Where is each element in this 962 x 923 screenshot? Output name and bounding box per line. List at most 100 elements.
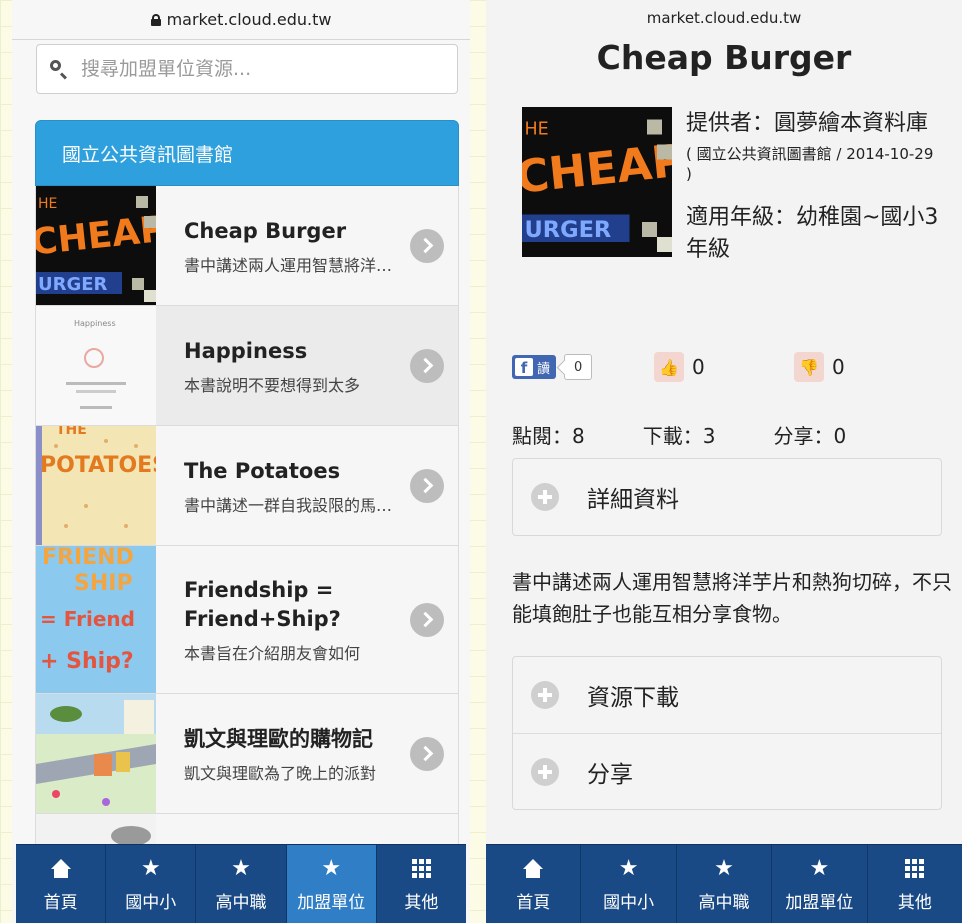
svg-text:SHIP: SHIP [74, 571, 133, 596]
book-cover-thumbnail: CHEAP HE URGER [36, 186, 156, 305]
home-icon [50, 858, 71, 879]
item-desc: 本書旨在介紹朋友會如何 [184, 644, 361, 663]
bottom-tab-bar: 首頁 ★ 國中小 ★ 高中職 ★ 加盟單位 其他 [16, 844, 466, 923]
item-title: The Potatoes [184, 459, 341, 483]
tab-label: 國中小 [125, 892, 177, 913]
chevron-right-icon [410, 228, 444, 263]
tab-label: 高中職 [215, 892, 267, 913]
item-title: Friendship = Friend+Ship? [184, 578, 341, 631]
book-cover: CHEAP HE URGER [522, 107, 672, 257]
plus-icon [531, 681, 559, 709]
url-bar[interactable]: market.cloud.edu.tw [12, 0, 470, 40]
right-screen: market.cloud.edu.tw Cheap Burger CHEAP H… [486, 0, 962, 923]
item-desc: 書中講述一群自我設限的馬鈴薯 [184, 496, 399, 515]
plus-icon [531, 757, 559, 786]
list-item[interactable]: CHEAP HE URGER Cheap Burger 書中講述兩人運用智慧將洋… [35, 186, 459, 306]
tab-label: 加盟單位 [785, 892, 854, 913]
book-cover-thumbnail [36, 694, 156, 813]
list-item[interactable]: FRIEND SHIP = Friend + Ship? Friendship … [35, 546, 459, 694]
chevron-right-icon [410, 602, 444, 637]
svg-text:HE: HE [38, 196, 57, 212]
tab-home[interactable]: 首頁 [486, 845, 582, 923]
download-label: 資源下載 [587, 685, 679, 711]
url-bar[interactable]: market.cloud.edu.tw [486, 0, 962, 36]
book-cover-thumbnail: Happiness [36, 306, 156, 425]
social-actions: f讀 0 👍 0 👎 0 [512, 352, 942, 386]
book-info: 提供者：圓夢繪本資料庫 ( 國立公共資訊圖書館 / 2014-10-29 ) 適… [686, 108, 941, 266]
tab-member-units[interactable]: ★ 加盟單位 [772, 845, 868, 923]
page-title: Cheap Burger [596, 38, 852, 77]
svg-text:URGER: URGER [38, 274, 108, 295]
svg-text:THE: THE [56, 426, 87, 438]
detail-collapsible[interactable]: 詳細資料 [512, 458, 942, 536]
tab-others[interactable]: 其他 [377, 845, 466, 923]
item-desc: 凱文與理歐為了晚上的派對 [184, 764, 377, 783]
tab-label: 高中職 [698, 892, 750, 913]
book-cover-thumbnail: FRIEND SHIP = Friend + Ship? [36, 546, 156, 693]
tab-label: 加盟單位 [297, 892, 366, 913]
grid-icon [411, 859, 431, 878]
tab-member-units[interactable]: ★ 加盟單位 [286, 845, 377, 923]
dislike-count: 0 [832, 355, 845, 379]
home-icon [523, 858, 544, 879]
list-item[interactable]: 凱文與理歐的購物記 凱文與理歐為了晚上的派對 [35, 694, 459, 814]
view-count: 點閱：8 [512, 424, 585, 448]
star-icon: ★ [618, 855, 639, 881]
lock-icon [150, 13, 161, 26]
bottom-tab-bar: 首頁 ★ 國中小 ★ 高中職 ★ 加盟單位 其他 [486, 844, 962, 923]
list-item[interactable]: POTATOES THE The Potatoes 書中講述一群自我設限的馬鈴薯 [35, 426, 459, 546]
chevron-right-icon [410, 468, 444, 503]
resource-list: 國立公共資訊圖書館 CHEAP HE URGER Cheap Burger 書中… [35, 120, 459, 874]
svg-text:POTATOES: POTATOES [40, 453, 156, 478]
star-icon: ★ [321, 855, 342, 881]
tab-label: 首頁 [43, 892, 78, 913]
tab-home[interactable]: 首頁 [16, 845, 107, 923]
svg-text:FRIEND: FRIEND [42, 546, 134, 570]
share-label: 分享 [587, 761, 633, 788]
book-cover-thumbnail: POTATOES THE [36, 426, 156, 545]
star-icon: ★ [714, 855, 734, 881]
left-screen: market.cloud.edu.tw 國立公共資訊圖書館 CHEAP HE U… [12, 0, 470, 923]
thumbs-up-icon: 👍 [654, 352, 684, 382]
like-count: 0 [692, 355, 705, 379]
star-icon: ★ [231, 855, 251, 881]
tab-label: 其他 [404, 892, 439, 913]
svg-text:HE: HE [525, 120, 549, 140]
fb-count: 0 [564, 354, 593, 380]
detail-label: 詳細資料 [587, 487, 679, 513]
dislike-button[interactable]: 👎 0 [794, 352, 845, 382]
tab-others[interactable]: 其他 [868, 845, 962, 923]
plus-icon [531, 483, 559, 511]
like-button[interactable]: 👍 0 [654, 352, 705, 382]
download-collapsible[interactable]: 資源下載 [513, 657, 941, 733]
item-desc: 書中講述兩人運用智慧將洋芋片和熱狗切碎 [184, 256, 399, 275]
item-title: Happiness [184, 339, 308, 363]
facebook-button[interactable]: f讀 0 [512, 354, 593, 380]
star-icon: ★ [809, 855, 830, 881]
svg-text:URGER: URGER [525, 217, 612, 243]
tab-junior-elementary[interactable]: ★ 國中小 [581, 845, 677, 923]
list-item[interactable]: Happiness Happiness 本書說明不要想得到太多 [35, 306, 459, 426]
item-title: Cheap Burger [184, 219, 347, 243]
fb-label: 讀 [537, 361, 551, 377]
grid-icon [905, 859, 925, 878]
chevron-right-icon [410, 736, 444, 771]
item-desc: 本書說明不要想得到太多 [184, 376, 361, 395]
stats-row: 點閱：8 下載：3 分享：0 [512, 420, 942, 449]
tab-label: 其他 [897, 892, 932, 913]
item-title: 凱文與理歐的購物記 [184, 727, 373, 751]
url-text: market.cloud.edu.tw [166, 10, 332, 29]
search-box[interactable] [36, 44, 458, 94]
list-header: 國立公共資訊圖書館 [35, 120, 459, 186]
provider: 提供者：圓夢繪本資料庫 [686, 111, 929, 136]
chevron-right-icon [410, 348, 444, 383]
search-input[interactable] [81, 58, 441, 80]
tab-senior-vocational[interactable]: ★ 高中職 [677, 845, 773, 923]
facebook-icon: f [515, 358, 533, 376]
svg-text:+ Ship?: + Ship? [40, 649, 134, 674]
tab-junior-elementary[interactable]: ★ 國中小 [106, 845, 197, 923]
tab-senior-vocational[interactable]: ★ 高中職 [196, 845, 287, 923]
share-collapsible[interactable]: 分享 [513, 733, 941, 809]
tab-label: 國中小 [603, 892, 655, 913]
svg-text:Happiness: Happiness [74, 319, 116, 328]
